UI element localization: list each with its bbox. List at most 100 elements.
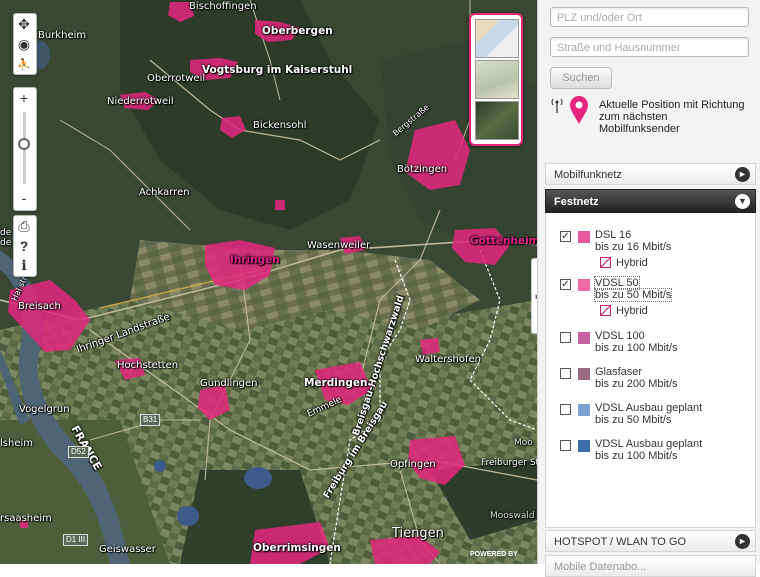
satellite-imagery xyxy=(0,0,537,564)
antenna-icon xyxy=(551,98,563,113)
location-pin-icon[interactable] xyxy=(568,95,590,125)
legend-title: Glasfaser xyxy=(595,366,643,378)
zoom-in-button[interactable]: + xyxy=(14,88,34,108)
map-label-tiengen: Tiengen xyxy=(392,526,444,541)
satellite-layer-thumb[interactable] xyxy=(475,101,519,140)
section-festnetz[interactable]: Festnetz ▼ xyxy=(545,189,756,213)
color-swatch xyxy=(578,440,590,452)
color-swatch xyxy=(578,231,590,243)
section-title: Mobilfunknetz xyxy=(554,169,622,181)
map-label-rsaasheim: rsaasheim xyxy=(0,513,52,524)
search-button[interactable]: Suchen xyxy=(550,67,612,89)
terrain-layer-thumb[interactable] xyxy=(475,60,519,99)
color-swatch xyxy=(578,404,590,416)
layer-switcher xyxy=(469,13,523,146)
hybrid-swatch xyxy=(600,305,611,316)
map-label-boetzingen: Bötzingen xyxy=(397,164,448,175)
map-label-gottenheim: Gottenheim xyxy=(470,235,537,247)
map-label-mooswald: Mooswald xyxy=(490,511,535,521)
map-label-ihringen: Ihringen xyxy=(230,254,280,266)
map-label-opfingen: Opfingen xyxy=(390,459,436,470)
legend-title: DSL 16 xyxy=(595,229,632,241)
map-label-waltershofen: Waltershofen xyxy=(415,354,482,365)
nav-controls: ✥ ◉ ⛹ xyxy=(13,13,37,75)
checkbox[interactable] xyxy=(560,440,571,451)
legend-subtitle: bis zu 50 Mbit/s xyxy=(595,414,672,426)
zoom-slider-handle[interactable] xyxy=(18,138,30,150)
checkbox[interactable]: ✓ xyxy=(560,231,571,242)
legend-subtitle: bis zu 50 Mbit/s xyxy=(593,288,673,302)
hybrid-label: Hybrid xyxy=(616,257,648,269)
checkbox[interactable] xyxy=(560,404,571,415)
info-icon[interactable]: i xyxy=(14,256,34,276)
map-label-breisach: Breisach xyxy=(18,301,61,312)
legend-subtitle: bis zu 200 Mbit/s xyxy=(595,378,678,390)
road-badge-d1iii: D1 III xyxy=(63,534,89,546)
chevron-right-icon: ► xyxy=(735,167,750,182)
map-label-moo: Moo xyxy=(514,438,533,448)
map-label-bickensohl: Bickensohl xyxy=(253,120,307,131)
road-badge-b31: B31 xyxy=(140,414,161,426)
map-label-lsheim: lsheim xyxy=(0,438,33,449)
section-title: Festnetz xyxy=(554,196,599,208)
hybrid-label: Hybrid xyxy=(616,305,648,317)
help-icon[interactable]: ? xyxy=(14,236,34,256)
hybrid-swatch xyxy=(600,257,611,268)
checkbox[interactable]: ✓ xyxy=(560,279,571,290)
legend-subtitle: bis zu 16 Mbit/s xyxy=(595,241,672,253)
section-mobilfunknetz[interactable]: Mobilfunknetz ► xyxy=(545,163,756,185)
map-label-wasenweiler: Wasenweiler xyxy=(307,240,371,251)
map-label-geiswasser: Geiswasser xyxy=(99,544,156,555)
section-title: Mobile Datenabo... xyxy=(554,561,647,573)
plz-input[interactable]: PLZ und/oder Ort xyxy=(550,7,749,27)
road-badge-d52: D52 xyxy=(68,446,89,458)
map-view[interactable]: Burkheim Bischoffingen Oberbergen Oberro… xyxy=(0,0,537,564)
street-view-icon[interactable]: ⛹ xyxy=(14,54,34,74)
checkbox[interactable] xyxy=(560,368,571,379)
legend-title: VDSL 50 xyxy=(594,276,640,290)
current-position-text[interactable]: Aktuelle Position mit Richtung zum nächs… xyxy=(599,99,749,135)
map-label-freiburger-strasse: Freiburger Straße xyxy=(481,458,537,468)
map-label-oberrimsingen: Oberrimsingen xyxy=(253,542,341,554)
section-title: HOTSPOT / WLAN TO GO xyxy=(554,536,687,548)
locate-icon[interactable]: ◉ xyxy=(14,34,34,54)
hybrid-option[interactable]: Hybrid xyxy=(600,305,648,317)
map-label-gundlingen: Gündlingen xyxy=(200,378,258,389)
legend-title: VDSL Ausbau geplant xyxy=(595,438,703,450)
color-swatch xyxy=(578,279,590,291)
legend-subtitle: bis zu 100 Mbit/s xyxy=(595,450,678,462)
checkbox[interactable] xyxy=(560,332,571,343)
map-label-achkarren: Achkarren xyxy=(139,187,190,198)
side-panel: PLZ und/oder Ort Straße und Hausnummer S… xyxy=(537,0,760,577)
section-mobile-data[interactable]: Mobile Datenabo... xyxy=(545,555,756,577)
color-swatch xyxy=(578,368,590,380)
legend-title: VDSL 100 xyxy=(595,330,645,342)
map-layer-thumb[interactable] xyxy=(475,19,519,58)
map-label-hochstetten: Hochstetten xyxy=(117,360,179,371)
legend-subtitle: bis zu 100 Mbit/s xyxy=(595,342,678,354)
section-hotspot[interactable]: HOTSPOT / WLAN TO GO ► xyxy=(545,530,756,552)
map-label-niederrotweil: Niederrotweil xyxy=(107,96,174,107)
zoom-control: + - xyxy=(13,87,37,211)
map-label-de-1: de xyxy=(0,228,12,238)
map-label-vogtsburg: Vogtsburg im Kaiserstuhl xyxy=(202,64,353,76)
street-input[interactable]: Straße und Hausnummer xyxy=(550,37,749,57)
print-icon[interactable]: ⎙ xyxy=(14,216,34,236)
zoom-out-button[interactable]: - xyxy=(14,188,34,208)
map-label-bischoffingen: Bischoffingen xyxy=(189,1,257,12)
map-label-oberrotweil: Oberrotweil xyxy=(147,73,206,84)
map-label-merdingen: Merdingen xyxy=(304,377,368,389)
chevron-right-icon: ► xyxy=(735,534,750,549)
legend-title: VDSL Ausbau geplant xyxy=(595,402,703,414)
chevron-down-icon: ▼ xyxy=(735,194,750,209)
tool-controls: ⎙ ? i xyxy=(13,215,37,277)
map-label-burkheim: Burkheim xyxy=(38,30,87,41)
map-label-de-2: de xyxy=(0,238,12,248)
color-swatch xyxy=(578,332,590,344)
hybrid-option[interactable]: Hybrid xyxy=(600,257,648,269)
powered-by-label: POWERED BY xyxy=(470,551,518,558)
pan-icon[interactable]: ✥ xyxy=(14,14,34,34)
map-label-oberbergen: Oberbergen xyxy=(262,25,333,37)
festnetz-legend: ✓ DSL 16 bis zu 16 Mbit/s Hybrid ✓ VDSL … xyxy=(545,213,756,528)
map-label-vogelgrun: Vogelgrun xyxy=(19,404,70,415)
